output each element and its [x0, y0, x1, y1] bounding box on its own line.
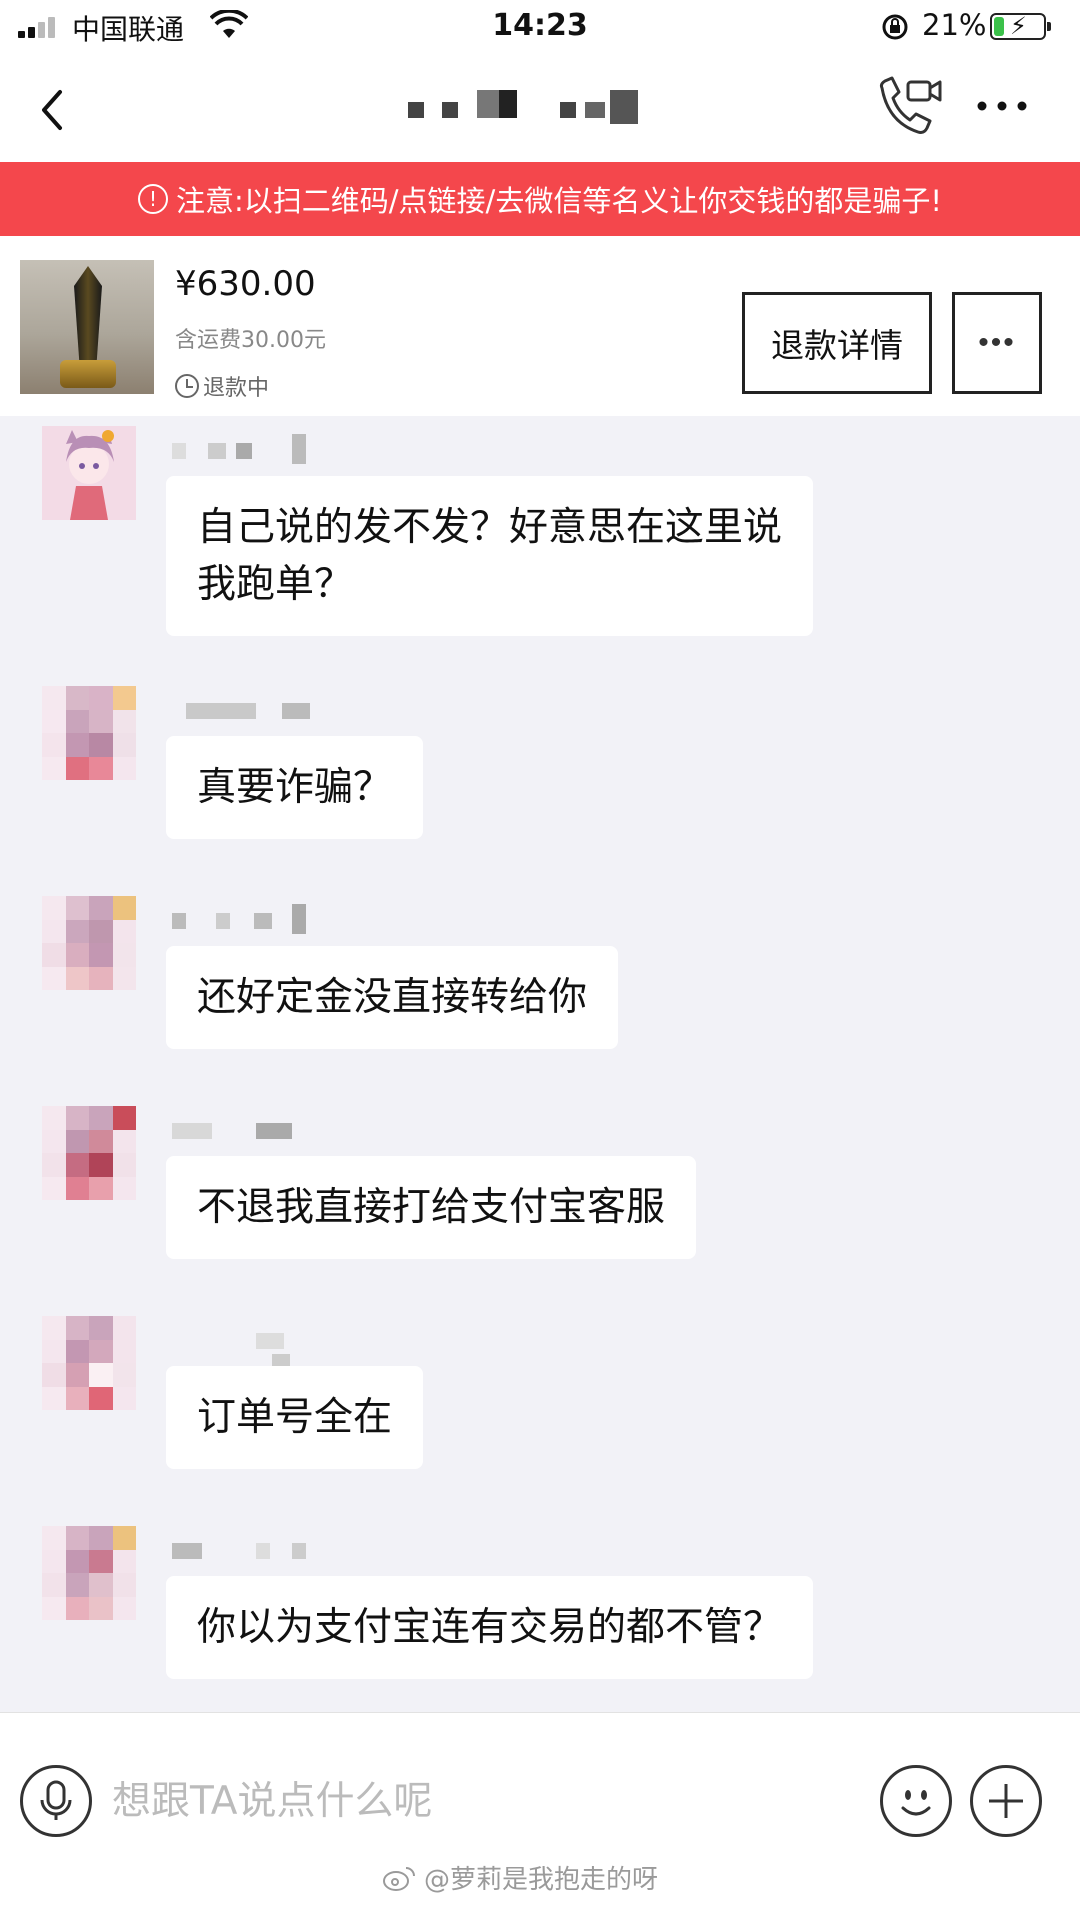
message-line: 你以为支付宝连有交易的都不管？ [197, 1605, 783, 1650]
nickname-redacted [172, 904, 332, 934]
refund-status-text: 退款中 [203, 376, 270, 401]
nickname-redacted [172, 1328, 332, 1370]
refund-status: 退款中 [175, 370, 269, 402]
emoji-button[interactable] [880, 1765, 952, 1837]
message-line: 我跑单？ [197, 562, 354, 607]
message-bubble[interactable]: 订单号全在 [166, 1366, 424, 1469]
voice-input-button[interactable] [20, 1765, 92, 1837]
phone-video-button[interactable] [872, 74, 944, 146]
avatar[interactable] [42, 1106, 136, 1200]
battery-percent: 21% [922, 8, 987, 42]
status-bar: 中国联通 14:23 21% ⚡ [0, 0, 1080, 56]
card-more-button[interactable]: ••• [952, 292, 1042, 394]
shipping-fee: 含运费30.00元 [175, 328, 326, 353]
nickname-redacted [172, 434, 332, 464]
message-line: 订单号全在 [197, 1395, 393, 1440]
microphone-icon [40, 1780, 72, 1820]
message-line: 真要诈骗？ [197, 765, 393, 810]
battery-icon: ⚡ [990, 12, 1051, 40]
avatar[interactable] [42, 686, 136, 780]
refund-details-button[interactable]: 退款详情 [742, 292, 932, 394]
nickname-redacted [172, 1538, 332, 1564]
product-thumbnail[interactable] [20, 260, 154, 394]
avatar[interactable] [42, 896, 136, 990]
product-price: ¥630.00 [175, 264, 316, 304]
more-options-button[interactable] [972, 86, 1032, 126]
rotation-lock-icon [882, 14, 908, 40]
plus-icon [989, 1784, 1023, 1818]
contact-name-redacted [405, 82, 675, 132]
message-line: 不退我直接打给支付宝客服 [197, 1185, 666, 1230]
warning-text: 注意:以扫二维码/点链接/去微信等名义让你交钱的都是骗子! [176, 184, 942, 218]
smiley-icon [901, 1790, 931, 1816]
message-bubble[interactable]: 自己说的发不发？好意思在这里说 我跑单？ [166, 476, 814, 636]
charging-bolt-icon: ⚡ [1010, 12, 1027, 40]
avatar[interactable] [42, 1316, 136, 1410]
status-time: 14:23 [492, 8, 588, 43]
chat-area[interactable]: 自己说的发不发？好意思在这里说 我跑单？ 真要诈骗？ 还好定金没直接转给你 不退… [0, 416, 1080, 1712]
message-line: 自己说的发不发？好意思在这里说 [197, 505, 783, 550]
message-input[interactable] [112, 1769, 852, 1833]
message-line: 还好定金没直接转给你 [197, 975, 588, 1020]
message-bubble[interactable]: 你以为支付宝连有交易的都不管？ [166, 1576, 814, 1679]
back-button[interactable] [30, 80, 80, 140]
weibo-watermark: @萝莉是我抱走的呀 [382, 1859, 658, 1896]
avatar[interactable] [42, 426, 136, 520]
message-bubble[interactable]: 还好定金没直接转给你 [166, 946, 619, 1049]
watermark-text: @萝莉是我抱走的呀 [424, 1865, 659, 1895]
nav-bar [0, 56, 1080, 162]
message-bubble[interactable]: 不退我直接打给支付宝客服 [166, 1156, 697, 1259]
nickname-redacted [172, 698, 332, 724]
avatar[interactable] [42, 1526, 136, 1620]
battery-level-fill [994, 17, 1004, 36]
add-attachment-button[interactable] [970, 1765, 1042, 1837]
exclamation-icon: ! [138, 184, 169, 214]
message-bubble[interactable]: 真要诈骗？ [166, 736, 424, 839]
nickname-redacted [172, 1118, 332, 1144]
clock-icon [175, 374, 199, 398]
product-card: ¥630.00 含运费30.00元 退款中 退款详情 ••• [0, 236, 1080, 416]
weibo-icon [383, 1866, 415, 1891]
input-bar: @萝莉是我抱走的呀 [0, 1712, 1080, 1920]
scam-warning-banner: ! 注意:以扫二维码/点链接/去微信等名义让你交钱的都是骗子! [0, 162, 1080, 236]
